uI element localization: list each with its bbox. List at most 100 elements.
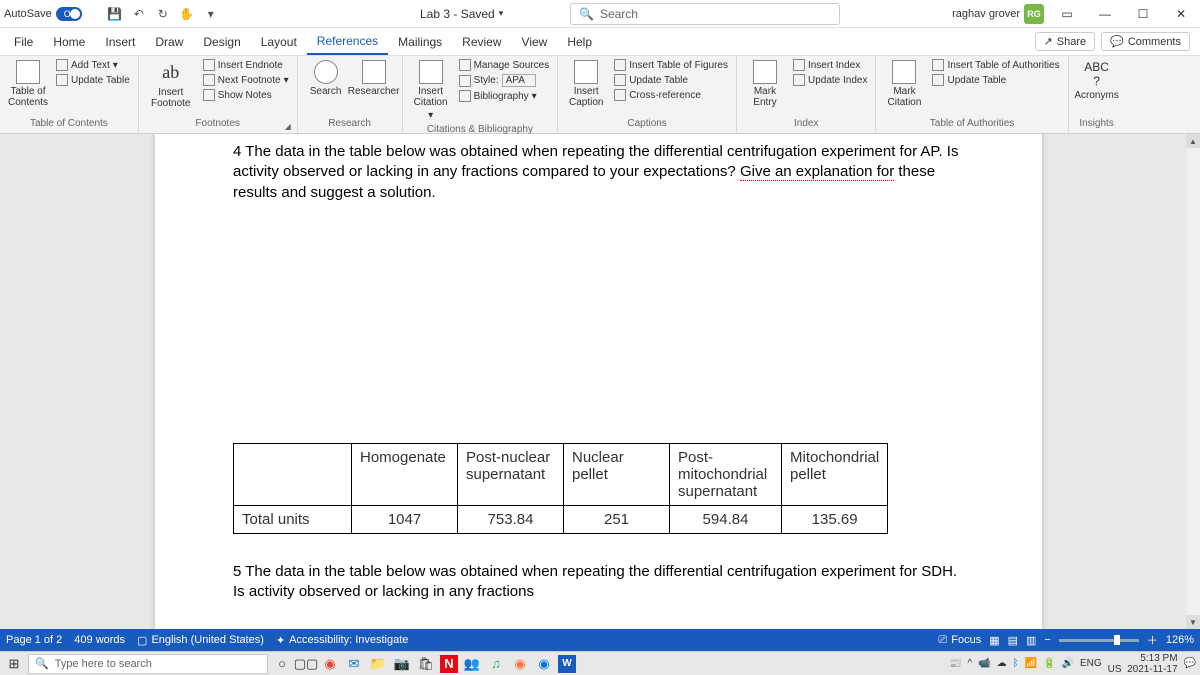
explorer-icon[interactable]: 📁	[368, 654, 388, 674]
print-layout-icon[interactable]: ▤	[1008, 634, 1018, 647]
table-cell[interactable]: Homogenate	[352, 443, 458, 505]
acronyms-button[interactable]: ABC? Acronyms	[1075, 58, 1119, 103]
insert-endnote-button[interactable]: Insert Endnote	[201, 58, 291, 72]
language-indicator[interactable]: ENG	[1080, 658, 1102, 669]
close-icon[interactable]: ✕	[1166, 0, 1196, 28]
tab-file[interactable]: File	[4, 29, 43, 55]
store-icon[interactable]: 🛍	[416, 654, 436, 674]
mail-icon[interactable]: ✉	[344, 654, 364, 674]
page-indicator[interactable]: Page 1 of 2	[6, 634, 62, 646]
volume-icon[interactable]: 🔊	[1062, 658, 1074, 669]
tab-view[interactable]: View	[512, 29, 558, 55]
table-cell[interactable]	[234, 443, 352, 505]
insert-footnote-button[interactable]: ab Insert Footnote	[145, 58, 197, 111]
zoom-level[interactable]: 126%	[1166, 634, 1194, 646]
edge-icon[interactable]: ◉	[534, 654, 554, 674]
tray-expand-icon[interactable]: ^	[967, 658, 972, 669]
save-icon[interactable]: 💾	[106, 5, 124, 23]
netflix-icon[interactable]: N	[440, 655, 458, 673]
onedrive-icon[interactable]: ☁	[997, 658, 1007, 669]
start-button[interactable]: ⊞	[4, 654, 24, 674]
document-title[interactable]: Lab 3 - Saved ▾	[420, 7, 503, 21]
undo-icon[interactable]: ↶	[130, 5, 148, 23]
mark-citation-button[interactable]: Mark Citation	[882, 58, 926, 110]
chrome-icon[interactable]: ◉	[320, 654, 340, 674]
data-table[interactable]: Homogenate Post-nuclear supernatant Nucl…	[233, 443, 888, 534]
zoom-slider[interactable]	[1059, 639, 1139, 642]
document-page[interactable]: 4 The data in the table below was obtain…	[155, 134, 1042, 629]
zoom-in-button[interactable]: ＋	[1147, 632, 1158, 648]
maximize-icon[interactable]: ☐	[1128, 0, 1158, 28]
word-icon[interactable]: W	[558, 655, 576, 673]
cortana-icon[interactable]: ○	[272, 654, 292, 674]
table-cell[interactable]: Mitochondrial pellet	[782, 443, 888, 505]
chevron-down-icon[interactable]: ▾	[499, 8, 504, 19]
clock[interactable]: 5:13 PM US 2021-11-17	[1108, 653, 1178, 675]
scroll-down-icon[interactable]: ▼	[1186, 615, 1200, 629]
tab-design[interactable]: Design	[193, 29, 250, 55]
taskbar-search[interactable]: 🔍 Type here to search	[28, 654, 268, 674]
tab-references[interactable]: References	[307, 29, 388, 55]
task-view-icon[interactable]: ▢▢	[296, 654, 316, 674]
search-box[interactable]: 🔍 Search	[570, 3, 840, 25]
tab-mailings[interactable]: Mailings	[388, 29, 452, 55]
tab-insert[interactable]: Insert	[95, 29, 145, 55]
tab-review[interactable]: Review	[452, 29, 511, 55]
table-cell[interactable]: Total units	[234, 505, 352, 533]
touch-mode-icon[interactable]: ✋	[178, 5, 196, 23]
insert-toa-button[interactable]: Insert Table of Authorities	[930, 58, 1061, 72]
ribbon-display-icon[interactable]: ▭	[1052, 0, 1082, 28]
update-toa-button[interactable]: Update Table	[930, 73, 1061, 87]
table-cell[interactable]: 251	[564, 505, 670, 533]
accessibility-checker[interactable]: ✦ Accessibility: Investigate	[276, 634, 408, 647]
qat-dropdown-icon[interactable]: ▾	[202, 5, 220, 23]
table-of-contents-button[interactable]: Table of Contents	[6, 58, 50, 110]
vertical-scrollbar[interactable]: ▲ ▼	[1186, 134, 1200, 629]
style-dropdown[interactable]: Style: APA	[457, 73, 552, 88]
battery-icon[interactable]: 🔋	[1043, 658, 1055, 669]
table-cell[interactable]: 135.69	[782, 505, 888, 533]
meet-now-icon[interactable]: 📹	[978, 658, 990, 669]
insert-citation-button[interactable]: Insert Citation ▾	[409, 58, 453, 123]
comments-button[interactable]: 💬 Comments	[1101, 32, 1190, 51]
redo-icon[interactable]: ↻	[154, 5, 172, 23]
tab-home[interactable]: Home	[43, 29, 95, 55]
minimize-icon[interactable]: ―	[1090, 0, 1120, 28]
firefox-icon[interactable]: ◉	[510, 654, 530, 674]
cross-reference-button[interactable]: Cross-reference	[612, 88, 730, 102]
teams-icon[interactable]: 👥	[462, 654, 482, 674]
researcher-button[interactable]: Researcher	[352, 58, 396, 99]
table-cell[interactable]: Post-mitochondrial supernatant	[670, 443, 782, 505]
focus-mode-button[interactable]: ⎚ Focus	[938, 634, 981, 647]
read-mode-icon[interactable]: ▦	[989, 634, 999, 647]
autosave-toggle[interactable]: AutoSave On	[4, 7, 98, 21]
search-button[interactable]: Search	[304, 58, 348, 99]
update-table-button[interactable]: Update Table	[54, 73, 132, 87]
spotify-icon[interactable]: ♫	[486, 654, 506, 674]
camera-icon[interactable]: 📷	[392, 654, 412, 674]
tab-help[interactable]: Help	[557, 29, 602, 55]
zoom-out-button[interactable]: −	[1044, 634, 1050, 646]
add-text-button[interactable]: Add Text ▾	[54, 58, 132, 72]
bibliography-button[interactable]: Bibliography ▾	[457, 89, 552, 103]
notifications-icon[interactable]: 💬	[1184, 658, 1196, 669]
table-cell[interactable]: 594.84	[670, 505, 782, 533]
update-index-button[interactable]: Update Index	[791, 73, 870, 87]
scroll-up-icon[interactable]: ▲	[1186, 134, 1200, 148]
language-indicator[interactable]: ▢ English (United States)	[137, 634, 264, 647]
dialog-launcher-icon[interactable]: ◢	[285, 122, 295, 132]
word-count[interactable]: 409 words	[74, 634, 125, 646]
mark-entry-button[interactable]: Mark Entry	[743, 58, 787, 110]
user-account[interactable]: raghav grover RG	[952, 4, 1044, 24]
table-cell[interactable]: Post-nuclear supernatant	[458, 443, 564, 505]
insert-index-button[interactable]: Insert Index	[791, 58, 870, 72]
update-caption-table-button[interactable]: Update Table	[612, 73, 730, 87]
table-cell[interactable]: 1047	[352, 505, 458, 533]
share-button[interactable]: ↗ Share	[1035, 32, 1096, 51]
show-notes-button[interactable]: Show Notes	[201, 88, 291, 102]
tab-draw[interactable]: Draw	[145, 29, 193, 55]
insert-caption-button[interactable]: Insert Caption	[564, 58, 608, 110]
paragraph-5[interactable]: 5 The data in the table below was obtain…	[233, 562, 964, 603]
web-layout-icon[interactable]: ▥	[1026, 634, 1036, 647]
table-cell[interactable]: 753.84	[458, 505, 564, 533]
